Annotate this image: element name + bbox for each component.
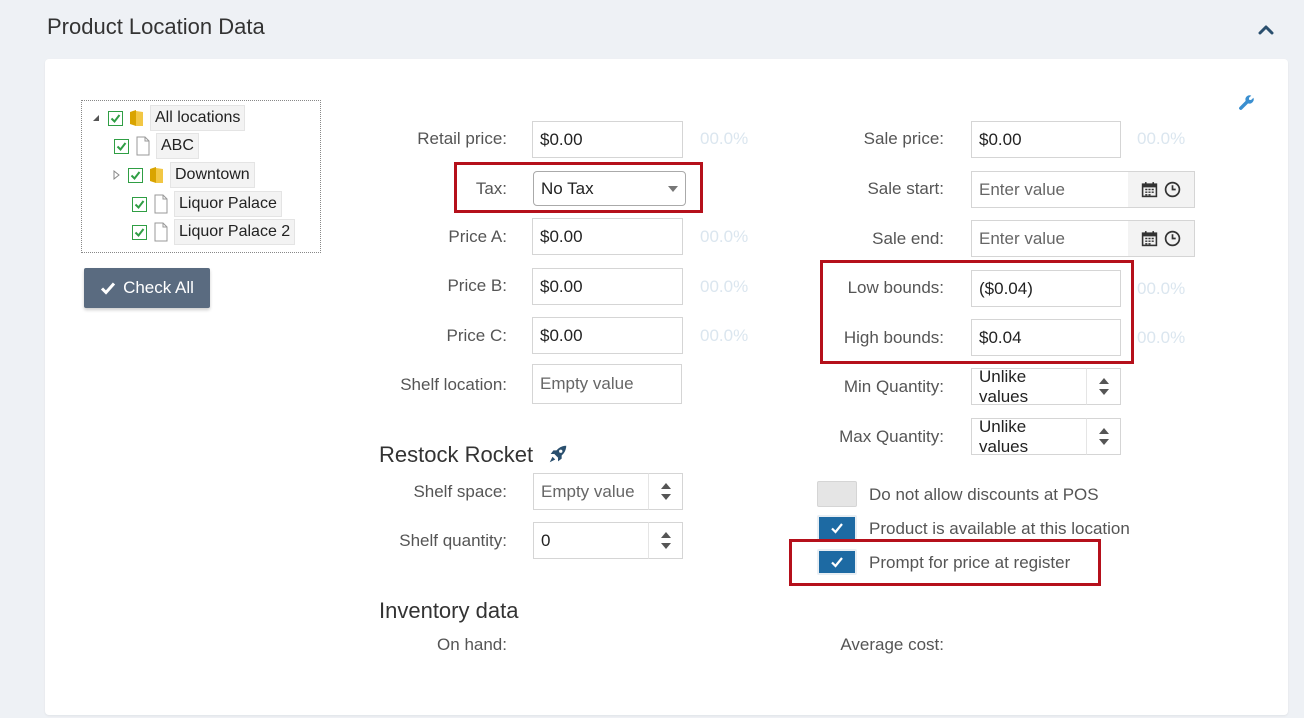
checkbox[interactable]: [114, 138, 129, 154]
prompt-price-label: Prompt for price at register: [869, 553, 1071, 572]
tree-node-abc[interactable]: ABC: [114, 133, 199, 159]
no-discounts-label: Do not allow discounts at POS: [869, 485, 1099, 504]
tree-expanded-icon[interactable]: [90, 112, 102, 124]
on-hand-label: On hand:: [437, 635, 507, 654]
tree-node-label[interactable]: All locations: [150, 105, 246, 131]
file-icon: [136, 136, 150, 156]
file-icon: [154, 194, 168, 214]
tax-label: Tax:: [475, 179, 507, 198]
sale-start-label: Sale start:: [867, 179, 944, 198]
tax-select[interactable]: No Tax: [533, 171, 686, 206]
retail-price-input[interactable]: $0.00: [532, 121, 683, 158]
calendar-icon[interactable]: [1141, 181, 1158, 198]
chevron-up-icon[interactable]: [1256, 20, 1276, 40]
sale-start-input[interactable]: Enter value: [971, 171, 1129, 208]
checkbox[interactable]: [132, 196, 147, 212]
sale-end-label: Sale end:: [872, 229, 944, 248]
shelf-space-label: Shelf space:: [413, 482, 507, 501]
tax-select-value: No Tax: [541, 178, 594, 198]
price-c-percent: 00.0%: [700, 326, 749, 345]
check-all-label: Check All: [123, 278, 194, 297]
price-b-label: Price B:: [447, 276, 507, 295]
folder-icon: [130, 110, 143, 126]
shelf-space-input[interactable]: Empty value: [533, 473, 649, 510]
inventory-data-title: Inventory data: [379, 598, 519, 623]
max-quantity-label: Max Quantity:: [839, 427, 944, 446]
check-icon: [101, 282, 116, 295]
average-cost-label: Average cost:: [840, 635, 944, 654]
retail-price-label: Retail price:: [417, 129, 507, 148]
tree-node-label[interactable]: Liquor Palace 2: [174, 219, 296, 245]
tree-node-liquor-palace-2[interactable]: Liquor Palace 2: [132, 219, 296, 245]
sale-price-input[interactable]: $0.00: [971, 121, 1121, 158]
shelf-location-label: Shelf location:: [400, 375, 507, 394]
available-toggle[interactable]: [817, 515, 857, 541]
tree-node-label[interactable]: Downtown: [170, 162, 255, 188]
high-bounds-percent: 00.0%: [1137, 328, 1186, 347]
chevron-down-icon: [668, 185, 678, 192]
price-c-label: Price C:: [446, 326, 507, 345]
price-b-percent: 00.0%: [700, 277, 749, 296]
tree-node-liquor-palace[interactable]: Liquor Palace: [132, 191, 282, 217]
clock-icon[interactable]: [1164, 230, 1181, 247]
sale-price-label: Sale price:: [863, 129, 944, 148]
tree-node-label[interactable]: Liquor Palace: [174, 191, 282, 217]
sale-end-picker[interactable]: [1128, 220, 1195, 257]
low-bounds-input[interactable]: ($0.04): [971, 270, 1121, 307]
restock-rocket-title: Restock Rocket: [379, 442, 534, 467]
no-discounts-toggle[interactable]: [817, 481, 857, 507]
arrow-down-icon[interactable]: [1098, 439, 1109, 445]
check-icon: [831, 523, 843, 534]
arrow-up-icon[interactable]: [660, 532, 671, 538]
max-quantity-stepper[interactable]: [1086, 418, 1121, 455]
folder-icon: [150, 167, 163, 183]
checkbox[interactable]: [108, 110, 123, 126]
prompt-price-toggle[interactable]: [817, 549, 857, 575]
wrench-icon[interactable]: [1238, 94, 1255, 111]
min-quantity-label: Min Quantity:: [843, 377, 944, 396]
sale-price-percent: 00.0%: [1137, 129, 1186, 148]
price-b-input[interactable]: $0.00: [532, 268, 683, 305]
price-a-percent: 00.0%: [700, 227, 749, 246]
high-bounds-input[interactable]: $0.04: [971, 319, 1121, 356]
shelf-space-stepper[interactable]: [648, 473, 683, 510]
shelf-location-input[interactable]: Empty value: [532, 364, 682, 404]
tree-node-all-locations[interactable]: All locations: [90, 105, 246, 131]
sale-end-input[interactable]: Enter value: [971, 220, 1129, 257]
price-a-label: Price A:: [448, 227, 507, 246]
arrow-down-icon[interactable]: [660, 543, 671, 549]
high-bounds-label: High bounds:: [843, 328, 944, 347]
price-c-input[interactable]: $0.00: [532, 317, 683, 354]
min-quantity-input[interactable]: Unlike values: [971, 367, 1087, 406]
retail-price-percent: 00.0%: [700, 129, 749, 148]
arrow-up-icon[interactable]: [1098, 378, 1109, 384]
checkbox[interactable]: [132, 224, 147, 240]
low-bounds-percent: 00.0%: [1137, 279, 1186, 298]
arrow-down-icon[interactable]: [660, 494, 671, 500]
tree-node-downtown[interactable]: Downtown: [110, 162, 255, 188]
section-title: Product Location Data: [47, 14, 265, 39]
shelf-quantity-stepper[interactable]: [648, 522, 683, 559]
low-bounds-label: Low bounds:: [847, 278, 944, 297]
location-tree: All locations ABC Downtown Liquor Palace…: [81, 100, 321, 253]
price-a-input[interactable]: $0.00: [532, 218, 683, 255]
check-all-button[interactable]: Check All: [84, 268, 210, 308]
calendar-icon[interactable]: [1141, 230, 1158, 247]
clock-icon[interactable]: [1164, 181, 1181, 198]
checkbox[interactable]: [128, 167, 143, 183]
max-quantity-input[interactable]: Unlike values: [971, 417, 1087, 456]
tree-collapsed-icon[interactable]: [110, 169, 122, 181]
arrow-down-icon[interactable]: [1098, 389, 1109, 395]
arrow-up-icon[interactable]: [660, 483, 671, 489]
tree-node-label[interactable]: ABC: [156, 133, 199, 159]
min-quantity-stepper[interactable]: [1086, 368, 1121, 405]
arrow-up-icon[interactable]: [1098, 428, 1109, 434]
available-label: Product is available at this location: [869, 519, 1130, 538]
sale-start-picker[interactable]: [1128, 171, 1195, 208]
shelf-quantity-label: Shelf quantity:: [399, 531, 507, 550]
file-icon: [154, 222, 168, 242]
check-icon: [831, 557, 843, 568]
shelf-quantity-input[interactable]: 0: [533, 522, 649, 559]
rocket-icon: [549, 445, 567, 463]
